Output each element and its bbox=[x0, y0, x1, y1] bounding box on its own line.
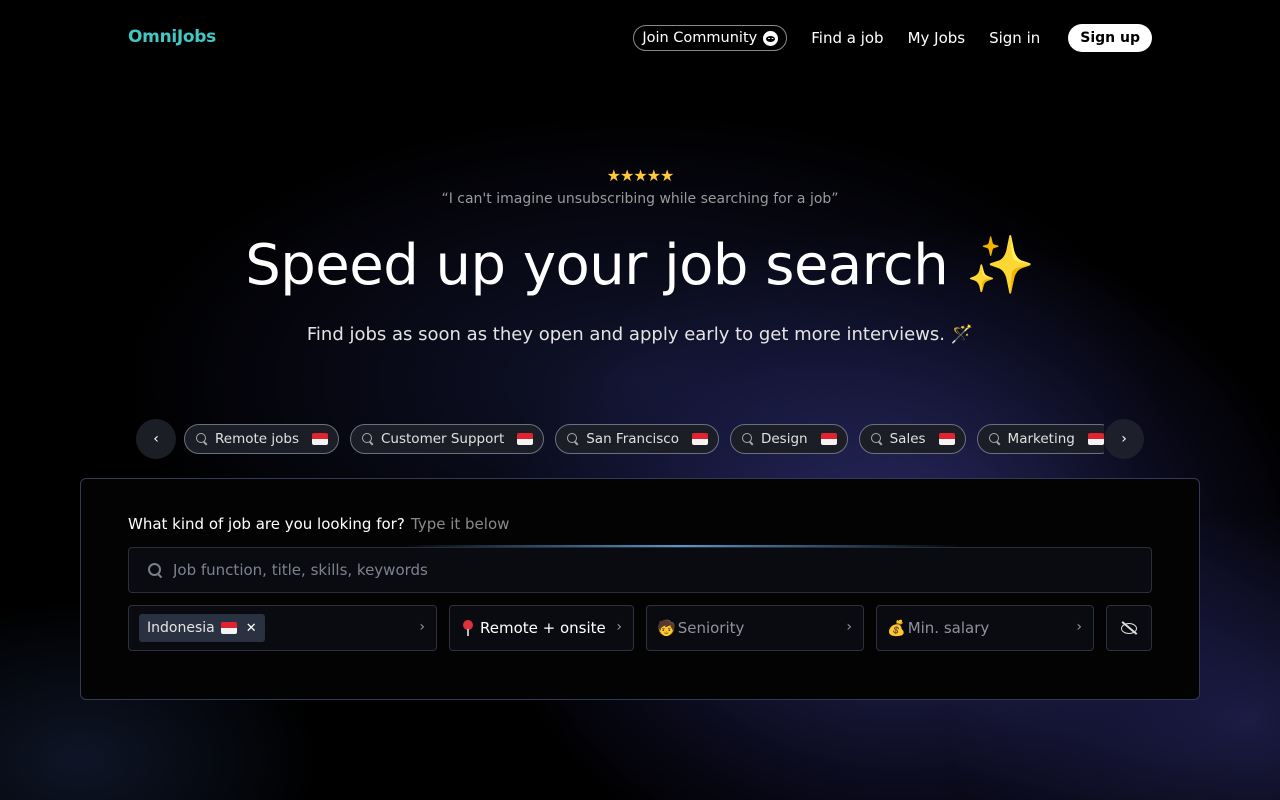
chip-sales[interactable]: Sales bbox=[858, 424, 966, 454]
money-bag-icon: 💰 bbox=[887, 619, 906, 637]
top-nav: OmniJobs Join Community Find a job My Jo… bbox=[0, 0, 1280, 76]
remote-filter[interactable]: Remote + onsite › bbox=[449, 605, 634, 651]
chip-label: Sales bbox=[889, 431, 926, 447]
nav-link-my-jobs[interactable]: My Jobs bbox=[908, 29, 966, 47]
hero-subline: Find jobs as soon as they open and apply… bbox=[306, 324, 974, 345]
testimonial-quote: “I can't imagine unsubscribing while sea… bbox=[441, 191, 839, 207]
quick-search-chips: Remote jobs Customer Support San Francis… bbox=[184, 424, 1104, 454]
salary-filter-label: Min. salary bbox=[907, 619, 990, 637]
search-icon bbox=[870, 433, 883, 445]
carousel-prev-button[interactable]: ‹ bbox=[136, 419, 176, 459]
job-search-card: What kind of job are you looking for? Ty… bbox=[80, 478, 1200, 700]
hide-toggle-button[interactable] bbox=[1106, 605, 1152, 651]
chip-label: Remote jobs bbox=[215, 431, 299, 447]
nav-right: Join Community Find a job My Jobs Sign i… bbox=[633, 24, 1152, 52]
hero-headline: Speed up your job search ✨ bbox=[245, 233, 1035, 298]
chip-marketing[interactable]: Marketing bbox=[976, 424, 1104, 454]
sign-up-button[interactable]: Sign up bbox=[1068, 24, 1152, 52]
rating-stars: ★★★★★ bbox=[606, 166, 675, 185]
join-community-button[interactable]: Join Community bbox=[633, 25, 788, 51]
chip-label: Customer Support bbox=[381, 431, 505, 447]
remove-country-icon[interactable]: ✕ bbox=[246, 621, 257, 636]
chevron-right-icon: › bbox=[846, 619, 852, 635]
join-community-label: Join Community bbox=[642, 30, 758, 46]
search-icon bbox=[741, 433, 754, 445]
seniority-filter-label: Seniority bbox=[677, 619, 745, 637]
logo[interactable]: OmniJobs bbox=[128, 27, 216, 47]
indonesia-flag-icon bbox=[220, 622, 237, 634]
chip-label: Marketing bbox=[1007, 431, 1075, 447]
search-filters: Indonesia ✕ › Remote + onsite › 🧒 Senior… bbox=[128, 605, 1152, 651]
chevron-right-icon: › bbox=[1076, 619, 1082, 635]
pin-icon bbox=[462, 620, 474, 636]
chip-label: Design bbox=[760, 431, 808, 447]
carousel-next-button[interactable]: › bbox=[1104, 419, 1144, 459]
indonesia-flag-icon bbox=[517, 433, 534, 445]
search-question: What kind of job are you looking for? bbox=[128, 515, 405, 533]
job-search-input[interactable] bbox=[173, 548, 1133, 592]
chip-customer-support[interactable]: Customer Support bbox=[350, 424, 545, 454]
chip-label: San Francisco bbox=[586, 431, 679, 447]
search-icon bbox=[362, 433, 374, 445]
indonesia-flag-icon bbox=[938, 433, 955, 445]
chevron-right-icon: › bbox=[616, 619, 622, 635]
seniority-filter[interactable]: 🧒 Seniority › bbox=[646, 605, 864, 651]
chip-san-francisco[interactable]: San Francisco bbox=[555, 424, 719, 454]
search-hint: Type it below bbox=[411, 515, 510, 533]
search-box bbox=[128, 547, 1152, 593]
salary-filter[interactable]: 💰 Min. salary › bbox=[876, 605, 1094, 651]
search-icon bbox=[148, 563, 162, 577]
search-icon bbox=[196, 433, 208, 445]
country-tag: Indonesia ✕ bbox=[139, 614, 265, 642]
nav-link-sign-in[interactable]: Sign in bbox=[989, 29, 1040, 47]
chip-remote-jobs[interactable]: Remote jobs bbox=[184, 424, 339, 454]
eye-off-icon bbox=[1120, 621, 1138, 635]
indonesia-flag-icon bbox=[312, 433, 328, 445]
chip-design[interactable]: Design bbox=[729, 424, 848, 454]
indonesia-flag-icon bbox=[691, 433, 708, 445]
indonesia-flag-icon bbox=[820, 433, 837, 445]
country-filter[interactable]: Indonesia ✕ › bbox=[128, 605, 437, 651]
reddit-icon bbox=[763, 30, 779, 46]
chevron-right-icon: › bbox=[1121, 431, 1127, 447]
search-icon bbox=[567, 433, 579, 445]
indonesia-flag-icon bbox=[1087, 433, 1104, 445]
child-emoji-icon: 🧒 bbox=[657, 619, 676, 637]
quick-search-carousel: ‹ Remote jobs Customer Support San Franc… bbox=[136, 418, 1144, 460]
chevron-left-icon: ‹ bbox=[153, 431, 159, 447]
chevron-right-icon: › bbox=[419, 619, 425, 635]
search-icon bbox=[988, 433, 1001, 445]
nav-link-find-a-job[interactable]: Find a job bbox=[811, 29, 883, 47]
remote-filter-label: Remote + onsite bbox=[480, 619, 606, 637]
country-tag-label: Indonesia bbox=[147, 620, 215, 636]
